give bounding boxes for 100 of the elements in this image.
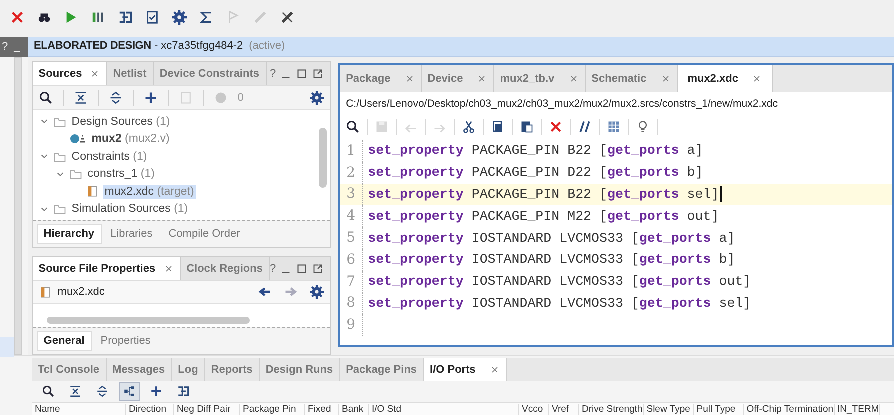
sigma-icon[interactable] [199,10,214,25]
paste-icon[interactable] [520,120,534,134]
search-icon[interactable] [42,385,55,398]
hierarchy-icon[interactable] [123,385,136,398]
column-header[interactable]: Off-Chip Termination [744,404,835,414]
column-header[interactable]: Name [32,404,126,414]
close-tab-icon[interactable] [404,74,415,84]
editor-tab[interactable]: Device [422,65,494,92]
column-header[interactable]: Bank [339,404,369,414]
view-tab[interactable]: Libraries [104,224,160,244]
collapse-icon[interactable] [69,385,82,398]
tree-item[interactable]: Constraints (1) [70,150,150,164]
help-icon[interactable]: ? [270,262,276,274]
float-icon[interactable] [312,68,324,80]
line-number: 1 [346,142,357,159]
minimize-icon[interactable]: _ [14,40,20,53]
close-tab-icon[interactable] [90,68,100,78]
column-header[interactable]: Vcco [519,404,549,414]
close-tab-icon[interactable] [568,74,579,84]
close-tab-icon[interactable] [477,74,488,84]
add-icon[interactable] [150,385,163,398]
cut-icon[interactable] [462,120,476,134]
editor-tab[interactable]: mux2.xdc [678,65,774,92]
column-header[interactable]: Fixed [305,404,339,414]
tree-item[interactable]: Simulation Sources (1) [70,202,190,216]
step-icon[interactable] [177,385,190,398]
expand-icon[interactable] [96,385,109,398]
view-tab[interactable]: General [36,331,92,351]
code-line: set_property IOSTANDARD LVCMOS33 [get_ports sel] [368,296,752,311]
close-tab-icon[interactable] [660,74,671,84]
column-header[interactable]: Vref [549,404,579,414]
file-name: mux2.xdc [58,286,105,298]
settings-icon[interactable] [172,10,187,25]
code-line: set_property PACKAGE_PIN B22 [get_ports sel] [368,186,720,202]
folder-icon [54,116,66,128]
code-line: set_property IOSTANDARD LVCMOS33 [get_ports b] [368,252,736,268]
help-icon[interactable]: ? [2,40,8,53]
tree-item[interactable]: Design Sources (1) [70,114,172,129]
back-arrow-icon[interactable] [258,285,272,299]
columns-icon[interactable] [607,120,622,134]
panel-tab[interactable]: Clock Regions [180,257,270,280]
settings-icon[interactable] [310,90,324,104]
panel-tab[interactable]: Netlist [107,62,154,85]
column-header[interactable]: IN_TERM [834,404,880,414]
collapse-icon[interactable] [74,90,88,104]
xdc-file-icon [86,185,99,198]
help-icon[interactable]: ? [270,68,276,80]
column-header[interactable]: Slew Type [644,404,694,414]
column-header[interactable]: Pull Type [694,404,744,414]
delete-icon[interactable] [549,120,564,134]
view-tab[interactable]: Hierarchy [36,224,102,244]
column-header[interactable]: Drive Strength [579,404,644,414]
step-icon[interactable] [118,10,133,25]
close-tab-icon[interactable] [490,364,500,374]
maximize-icon[interactable] [296,262,308,274]
expand-icon[interactable] [108,90,123,104]
line-number: 7 [346,274,357,290]
column-header[interactable]: Package Pin [240,404,305,414]
search-icon[interactable] [38,90,53,104]
console-tab[interactable]: Messages [106,358,172,381]
scrollbar-thumb[interactable] [46,317,250,324]
add-icon[interactable] [144,90,158,104]
panel-tab[interactable]: Source File Properties [32,257,181,280]
line-number: 9 [346,317,357,334]
panel-tab[interactable]: Device Constraints [154,62,266,85]
column-header[interactable]: Neg Diff Pair [174,404,240,414]
column-header[interactable]: Direction [126,404,174,414]
scrollbar-thumb[interactable] [319,128,328,188]
toolbar-button[interactable] [119,382,140,401]
tree-item[interactable]: constrs_1 (1) [86,167,157,182]
editor-tab[interactable]: mux2_tb.v [494,65,586,92]
maximize-icon[interactable] [296,68,308,80]
clipboard-icon[interactable] [145,10,160,25]
tree-item[interactable]: mux2.xdc (target) [102,184,196,199]
settings-icon[interactable] [310,285,324,299]
comment-icon[interactable] [578,120,592,134]
scrollbar[interactable] [14,57,22,355]
panel-tab[interactable]: Sources [32,62,108,85]
play-icon[interactable] [64,10,79,25]
editor-tab[interactable]: Package [340,65,422,92]
console-tab[interactable]: Design Runs [260,358,340,381]
console-tab[interactable]: Reports [205,358,260,381]
float-icon[interactable] [312,262,324,274]
close-tab-icon[interactable] [164,264,174,274]
close-icon[interactable] [10,10,25,25]
copy-icon[interactable] [491,120,506,134]
console-tab[interactable]: Tcl Console [32,358,107,381]
close-tab-icon[interactable] [752,74,762,84]
status-dot-icon [214,90,228,104]
code-line: set_property IOSTANDARD LVCMOS33 [get_ports a] [368,230,736,246]
view-tab[interactable]: Compile Order [162,224,248,244]
file-path: C:/Users/Lenovo/Desktop/ch03_mux2/ch03_mux2/mux2/mux2.srcs/constrs_1/new/mux2.xdc [345,97,779,112]
tree-item[interactable]: mux2 (mux2.v) [90,132,172,146]
search-icon[interactable] [346,120,360,134]
bars-icon[interactable] [91,10,106,25]
console-tab[interactable]: Log [172,358,206,381]
console-tab[interactable]: I/O Ports [424,358,507,381]
folder-icon [54,203,66,216]
column-header[interactable]: I/O Std [369,404,519,414]
view-tab[interactable]: Properties [94,331,158,351]
